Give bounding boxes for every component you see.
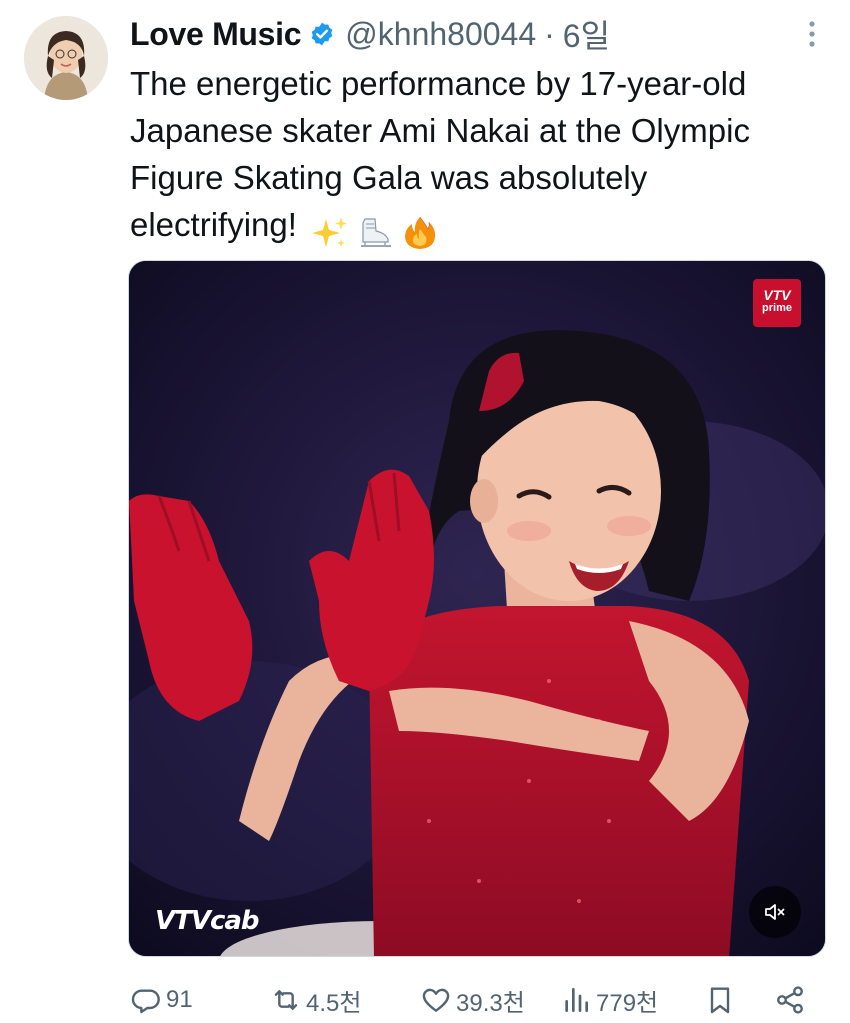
verified-badge-icon <box>309 21 335 47</box>
retweet-icon <box>274 990 298 1010</box>
analytics-icon <box>565 988 588 1012</box>
avatar[interactable] <box>24 16 108 100</box>
tweet-header: Love Music @khnh80044 · 6일 <box>130 10 830 58</box>
video-player[interactable]: VTV prime VTVcab <box>128 260 826 957</box>
reply-count: 91 <box>166 986 193 1013</box>
retweet-button[interactable]: 4.5천 <box>270 983 361 1018</box>
reply-button[interactable]: 91 <box>130 984 193 1016</box>
mute-button[interactable] <box>749 886 801 938</box>
action-bar: 91 4.5천 39.3천 779천 <box>130 980 820 1020</box>
tweet-body: The energetic performance by 17-year-old… <box>130 60 810 254</box>
share-icon <box>777 986 803 1014</box>
badge-bottom-text: prime <box>762 302 792 314</box>
channel-watermark: VTVcab <box>155 906 260 936</box>
speaker-muted-icon <box>765 904 785 920</box>
reply-icon <box>131 989 160 1014</box>
avatar-image <box>24 16 108 100</box>
broadcaster-badge: VTV prime <box>753 279 801 327</box>
video-frame-skater <box>129 261 825 956</box>
badge-top-text: VTV <box>763 287 791 303</box>
views-count: 779천 <box>596 989 659 1017</box>
like-button[interactable]: 39.3천 <box>420 983 525 1018</box>
author-name[interactable]: Love Music <box>130 16 302 53</box>
author-handle[interactable]: @khnh80044 <box>345 16 536 53</box>
like-count: 39.3천 <box>456 989 525 1017</box>
fire-icon <box>405 217 436 250</box>
share-button[interactable] <box>774 984 810 1016</box>
bookmark-button[interactable] <box>704 984 740 1016</box>
tweet-time[interactable]: 6일 <box>563 11 610 57</box>
heart-icon <box>422 988 450 1012</box>
retweet-count: 4.5천 <box>306 989 362 1017</box>
ice-skate-icon <box>361 218 392 248</box>
more-options-icon[interactable] <box>794 14 830 54</box>
sparkles-icon <box>312 217 348 248</box>
views-button[interactable]: 779천 <box>560 983 658 1018</box>
tweet-text: The energetic performance by 17-year-old… <box>130 65 750 243</box>
separator-dot: · <box>544 15 555 52</box>
bookmark-icon <box>710 987 730 1014</box>
emoji-group <box>312 207 438 254</box>
